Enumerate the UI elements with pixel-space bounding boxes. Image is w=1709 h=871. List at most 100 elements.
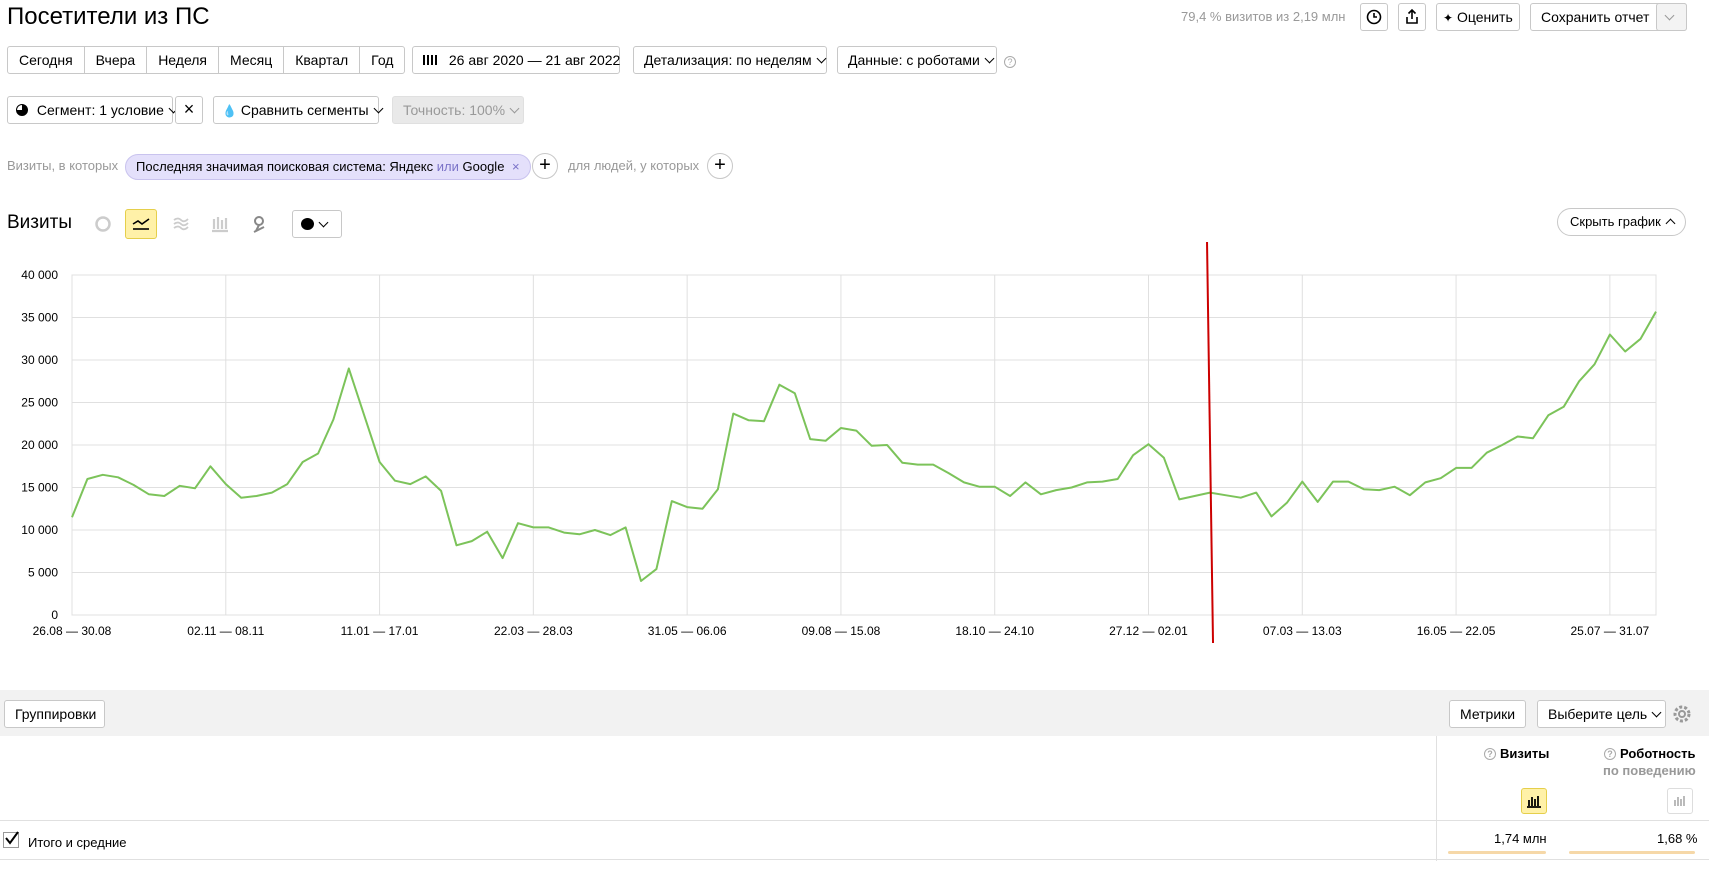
checkmark-icon [5, 831, 19, 845]
filter-prefix: Визиты, в которых [7, 158, 119, 173]
metrics-button[interactable]: Метрики [1449, 700, 1526, 728]
period-quarter[interactable]: Квартал [284, 47, 361, 73]
chevron-down-icon [984, 53, 995, 64]
y-tick-label: 20 000 [21, 438, 58, 452]
period-year[interactable]: Год [360, 47, 404, 73]
annotation-marker-line [1206, 241, 1215, 644]
y-tick-label: 15 000 [21, 481, 58, 495]
y-tick-label: 5 000 [28, 566, 58, 580]
x-tick-label: 16.05 — 22.05 [1417, 624, 1496, 638]
settings-button[interactable] [1671, 703, 1693, 728]
chart-type-pie[interactable] [87, 209, 119, 239]
clock-icon [1366, 9, 1382, 25]
export-button[interactable] [1398, 3, 1426, 31]
rate-button[interactable]: ✦ Оценить [1436, 3, 1520, 31]
x-tick-label: 07.03 — 13.03 [1263, 624, 1342, 638]
x-tick-label: 31.05 — 06.06 [648, 624, 727, 638]
remove-filter-icon[interactable]: × [512, 159, 520, 174]
history-button[interactable] [1360, 3, 1388, 31]
comment-icon [301, 218, 314, 230]
chevron-down-icon [816, 53, 827, 64]
area-chart-icon [173, 217, 189, 231]
date-range-button[interactable]: 26 авг 2020 — 21 авг 2022 [412, 46, 620, 74]
help-icon[interactable]: ? [1484, 748, 1496, 760]
accuracy-dropdown[interactable]: Точность: 100% [392, 96, 524, 124]
visits-share-bar [1448, 851, 1546, 854]
goal-dropdown[interactable]: Выберите цель [1537, 700, 1666, 728]
people-condition-label: для людей, у которых [568, 158, 700, 173]
series-line-visits [71, 311, 1657, 582]
compare-segments-dropdown[interactable]: 💧 Сравнить сегменты [213, 96, 384, 124]
upload-icon [1406, 8, 1418, 24]
x-tick-label: 09.08 — 15.08 [802, 624, 881, 638]
chart-type-bar[interactable] [204, 209, 236, 239]
plus-icon: + [539, 154, 551, 176]
chevron-down-icon [318, 217, 329, 228]
y-tick-label: 35 000 [21, 311, 58, 325]
bar-chart-icon [1674, 796, 1685, 806]
period-today[interactable]: Сегодня [8, 47, 85, 73]
x-tick-label: 27.12 — 02.01 [1109, 624, 1188, 638]
save-report-dropdown[interactable] [1656, 3, 1687, 31]
help-icon[interactable]: ? [1604, 748, 1616, 760]
chevron-down-icon [373, 103, 384, 114]
column-header-visits[interactable]: ? Визиты [1484, 746, 1549, 761]
pie-icon [16, 104, 28, 116]
chart-svg: 0 5 000 10 000 15 000 20 000 25 000 30 000 35 0… [21, 241, 1657, 644]
add-people-condition-button[interactable]: + [707, 153, 733, 179]
annotations-dropdown[interactable] [292, 210, 342, 238]
robot-chart-toggle[interactable] [1667, 788, 1693, 814]
period-month[interactable]: Месяц [219, 47, 285, 73]
totals-row [0, 822, 1709, 860]
column-subheader-robot: по поведению [1603, 763, 1696, 778]
x-tick-label: 11.01 — 17.01 [341, 624, 419, 638]
visits-chart-toggle[interactable] [1521, 788, 1547, 814]
drops-icon: 💧 [222, 104, 237, 118]
y-tick-label: 30 000 [21, 353, 58, 367]
thumbs-icon: ✦ [1443, 11, 1454, 25]
y-tick-label: 10 000 [21, 523, 58, 537]
share-text: 79,4 % визитов из 2,19 млн [1181, 9, 1346, 24]
period-selector: Сегодня Вчера Неделя Месяц Квартал Год [7, 46, 406, 74]
segment-dropdown[interactable]: Сегмент: 1 условие [7, 96, 179, 124]
y-tick-label: 25 000 [21, 396, 58, 410]
column-header-robot[interactable]: ? Роботность [1604, 746, 1696, 761]
calendar-icon [423, 55, 437, 65]
chevron-down-icon [509, 103, 520, 114]
y-tick-label: 0 [51, 608, 58, 622]
x-tick-label: 18.10 — 24.10 [955, 624, 1034, 638]
y-tick-label: 40 000 [21, 268, 58, 282]
close-icon: × [183, 99, 195, 119]
clear-segment-button[interactable]: × [175, 96, 203, 124]
chart-type-map[interactable] [243, 209, 275, 239]
x-tick-label: 25.07 — 31.07 [1570, 624, 1649, 638]
detail-dropdown[interactable]: Детализация: по неделям [633, 46, 827, 74]
chart-type-area[interactable] [165, 209, 197, 239]
period-week[interactable]: Неделя [147, 47, 220, 73]
chevron-up-icon [1665, 218, 1676, 229]
add-visit-condition-button[interactable]: + [532, 153, 558, 179]
hide-chart-button[interactable]: Скрыть график [1557, 208, 1686, 236]
gear-icon [1673, 705, 1691, 723]
bar-chart-icon [1527, 796, 1541, 808]
line-chart-icon [132, 218, 150, 230]
totals-visits-value: 1,74 млн [1494, 831, 1547, 846]
chart-title: Визиты [7, 212, 72, 233]
plus-icon: + [714, 154, 726, 176]
totals-label: Итого и средние [28, 835, 127, 850]
chart-type-line[interactable] [125, 209, 157, 239]
page-title: Посетители из ПС [7, 3, 210, 30]
filter-chip[interactable]: Последняя значимая поисковая система: Ян… [125, 154, 531, 180]
x-tick-label: 22.03 — 28.03 [494, 624, 573, 638]
groupings-button[interactable]: Группировки [4, 700, 105, 728]
help-icon[interactable]: ? [1004, 53, 1020, 69]
data-dropdown[interactable]: Данные: с роботами [837, 46, 997, 74]
table-header [0, 736, 1709, 821]
visits-chart: 0 5 000 10 000 15 000 20 000 25 000 30 000 35 0… [0, 240, 1709, 660]
chevron-down-icon [1664, 10, 1675, 21]
period-yesterday[interactable]: Вчера [85, 47, 148, 73]
totals-checkbox[interactable] [3, 831, 19, 848]
chevron-down-icon [1651, 707, 1662, 718]
totals-robot-value: 1,68 % [1657, 831, 1698, 846]
bar-chart-icon [212, 217, 228, 233]
